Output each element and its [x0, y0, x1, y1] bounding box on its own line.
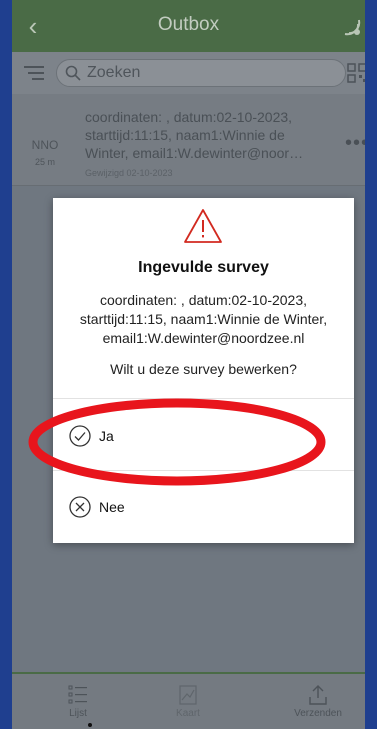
back-button[interactable]: ‹	[16, 10, 50, 44]
dialog-body-line: email1:W.dewinter@noordzee.nl	[102, 330, 305, 346]
dialog-title: Ingevulde survey	[138, 259, 269, 276]
nee-label: Nee	[99, 499, 125, 515]
list-item[interactable]: NNO 25 m coordinaten: , datum:02-10-2023…	[12, 94, 365, 186]
item-line-1: coordinaten: , datum:02-10-2023,	[85, 109, 293, 125]
ellipsis-icon: •••	[344, 132, 365, 154]
tab-bar: Lijst Kaart Verzenden	[12, 672, 365, 729]
warning-icon	[184, 209, 222, 243]
divider	[53, 398, 354, 399]
page-title: Outbox	[157, 14, 220, 35]
dialog-body-line: coordinaten: , datum:02-10-2023,	[99, 292, 308, 308]
modified-date: Gewijzigd 02-10-2023	[85, 168, 173, 178]
filter-button[interactable]	[22, 63, 46, 83]
list-icon	[68, 685, 87, 704]
search-input[interactable]: Zoeken	[56, 59, 346, 87]
tab-verzenden-label: Verzenden	[294, 708, 342, 719]
x-circle-icon	[69, 496, 91, 518]
distance-label: 25 m	[34, 157, 55, 167]
item-line-3: Winter, email1:W.dewinter@noor…	[85, 145, 304, 161]
ja-button[interactable]: Ja	[53, 400, 354, 472]
search-placeholder: Zoeken	[87, 64, 141, 81]
ja-label: Ja	[99, 428, 114, 444]
map-icon	[179, 685, 197, 705]
survey-dialog: Ingevulde survey coordinaten: , datum:02…	[53, 198, 354, 543]
dialog-body-line: starttijd:11:15, naam1:Winnie de Winter,	[79, 311, 328, 327]
sync-button[interactable]	[339, 12, 365, 42]
satellite-icon	[344, 19, 361, 36]
direction-label: NNO	[31, 138, 59, 152]
tab-kaart[interactable]: Kaart	[158, 684, 218, 719]
nee-button[interactable]: Nee	[53, 471, 354, 543]
qr-code-icon	[347, 63, 365, 83]
qr-scan-button[interactable]	[347, 63, 365, 83]
dialog-question: Wilt u deze survey bewerken?	[110, 361, 297, 377]
search-icon	[65, 65, 81, 81]
tab-verzenden[interactable]: Verzenden	[288, 684, 348, 719]
item-summary: coordinaten: , datum:02-10-2023, startti…	[85, 108, 347, 162]
tab-lijst[interactable]: Lijst	[48, 684, 108, 719]
tab-kaart-label: Kaart	[176, 708, 200, 719]
search-bar: Zoeken	[12, 52, 365, 94]
dialog-body: coordinaten: , datum:02-10-2023, startti…	[57, 291, 350, 348]
chevron-left-icon: ‹	[28, 11, 38, 41]
more-options-button[interactable]: •••	[345, 132, 365, 155]
tab-lijst-label: Lijst	[69, 708, 87, 719]
send-icon	[309, 685, 327, 705]
active-tab-indicator	[88, 723, 92, 727]
item-line-2: starttijd:11:15, naam1:Winnie de	[85, 127, 285, 143]
app-header: ‹ Outbox	[12, 0, 365, 52]
filter-lines-icon	[24, 66, 44, 80]
check-circle-icon	[69, 425, 91, 447]
